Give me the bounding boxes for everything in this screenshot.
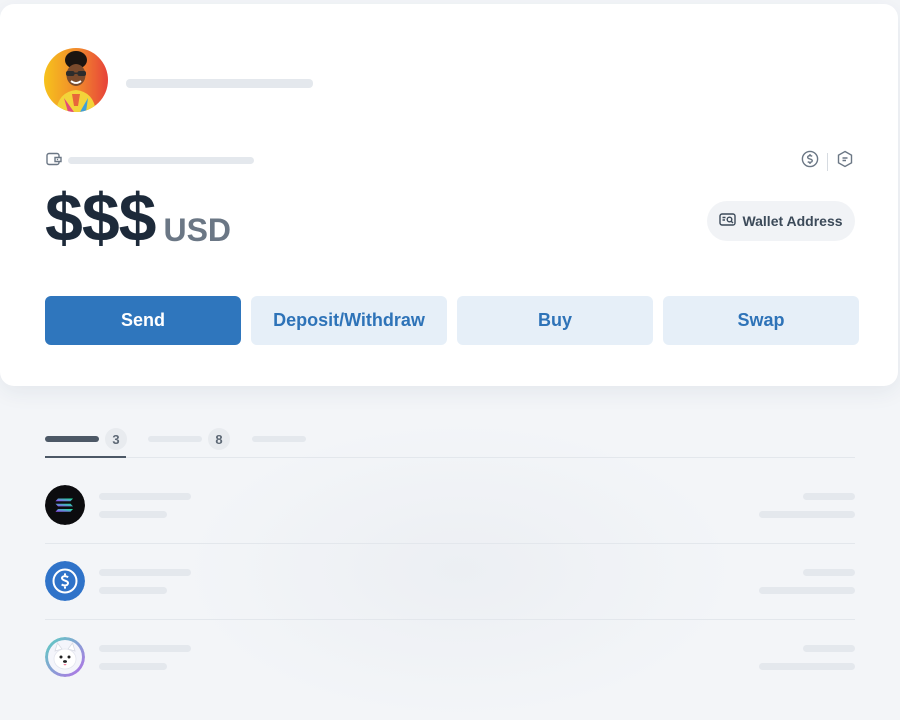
token-change-placeholder <box>759 587 855 594</box>
balance-display: $$$ USD <box>45 184 231 252</box>
tab-2[interactable]: 8 <box>148 420 230 458</box>
token-amount-placeholder <box>99 663 167 670</box>
wallet-address-button[interactable]: Wallet Address <box>707 201 855 241</box>
token-value-placeholder <box>803 493 855 500</box>
token-change-placeholder <box>759 663 855 670</box>
active-tab-indicator <box>45 456 126 458</box>
token-amount-placeholder <box>99 511 167 518</box>
buy-button[interactable]: Buy <box>457 296 653 345</box>
tab-1-label-placeholder <box>45 436 99 442</box>
tab-2-count-badge: 8 <box>208 428 230 450</box>
wallet-address-label: Wallet Address <box>742 213 843 229</box>
asset-tabs: 3 8 <box>45 420 855 458</box>
action-buttons: Send Deposit/Withdraw Buy Swap <box>45 296 859 345</box>
samoyed-coin-icon <box>45 637 85 677</box>
tab-3-label-placeholder <box>252 436 306 442</box>
tab-1-count-badge: 3 <box>105 428 127 450</box>
usdc-icon <box>45 561 85 601</box>
username-placeholder <box>126 79 313 88</box>
token-name-placeholder <box>99 645 191 652</box>
token-change-placeholder <box>759 511 855 518</box>
token-value-placeholder <box>803 645 855 652</box>
wallet-icon <box>46 152 62 171</box>
tab-1[interactable]: 3 <box>45 420 127 458</box>
balance-amount: $$$ <box>45 180 156 256</box>
token-value-placeholder <box>803 569 855 576</box>
tab-2-label-placeholder <box>148 436 202 442</box>
send-button[interactable]: Send <box>45 296 241 345</box>
token-amount-placeholder <box>99 587 167 594</box>
deposit-withdraw-button[interactable]: Deposit/Withdraw <box>251 296 447 345</box>
user-avatar[interactable] <box>44 48 108 112</box>
tab-3[interactable] <box>252 420 306 458</box>
token-row-usdc[interactable] <box>45 544 855 620</box>
solana-icon <box>45 485 85 525</box>
token-name-placeholder <box>99 493 191 500</box>
wallet-card: $$$ USD Wallet Address Send Deposit/With… <box>0 4 898 386</box>
token-row-solana[interactable] <box>45 468 855 544</box>
token-tag-icon[interactable] <box>836 150 854 173</box>
balance-currency: USD <box>163 212 232 248</box>
header-icons <box>801 150 854 173</box>
wallet-name-placeholder <box>68 157 254 164</box>
token-name-placeholder <box>99 569 191 576</box>
token-list <box>45 468 855 696</box>
wallet-address-icon <box>719 213 737 229</box>
icon-divider <box>827 152 828 171</box>
swap-button[interactable]: Swap <box>663 296 859 345</box>
dollar-circle-icon[interactable] <box>801 150 819 173</box>
token-row-samoyed[interactable] <box>45 620 855 696</box>
